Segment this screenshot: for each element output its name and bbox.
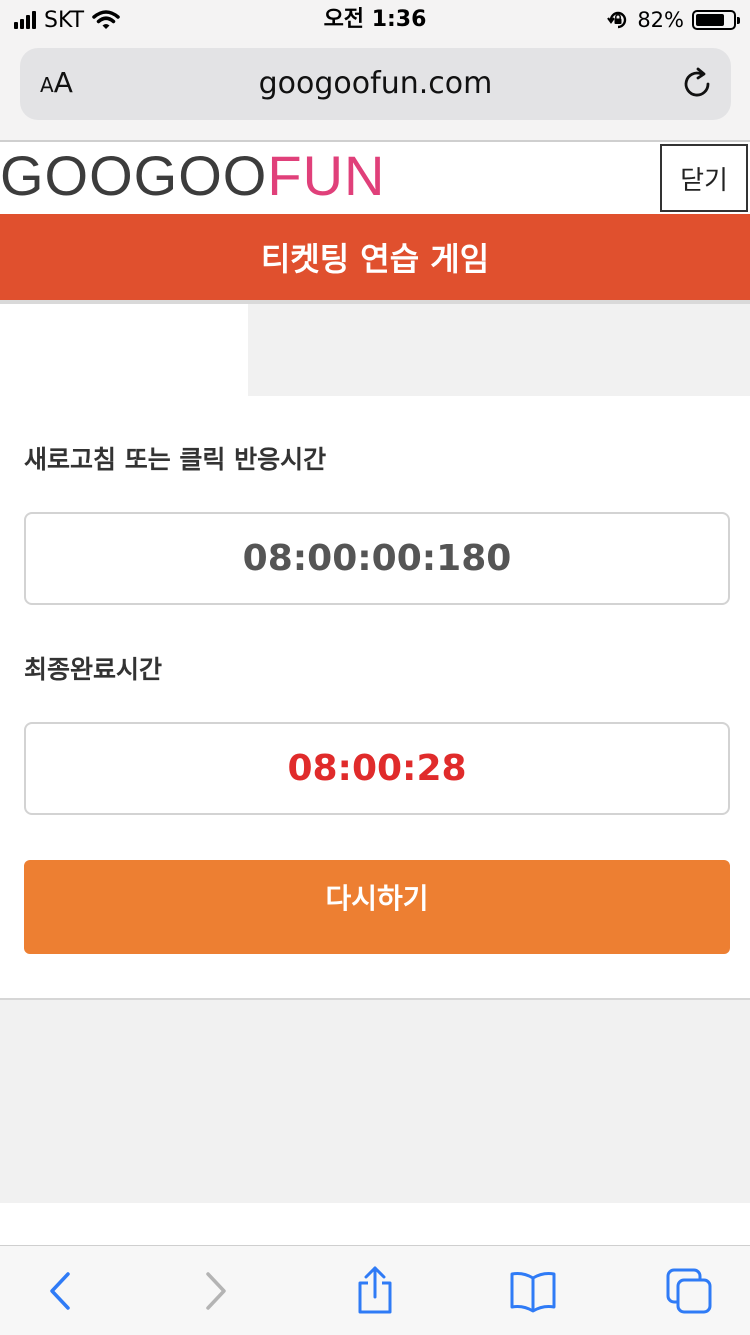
reaction-time-display: 08:00:00:180 — [24, 512, 730, 605]
gray-footer — [0, 1000, 750, 1203]
battery-percent: 82% — [637, 8, 684, 32]
orientation-lock-icon — [607, 11, 627, 29]
site-logo[interactable]: GOOGOOFUN — [0, 146, 385, 206]
close-button[interactable]: 닫기 — [660, 144, 748, 212]
site-header: GOOGOOFUN 닫기 — [0, 142, 750, 214]
battery-fill — [696, 14, 724, 26]
final-time-label: 최종완료시간 — [24, 655, 163, 684]
browser-top-bar: AA googoofun.com — [0, 40, 750, 142]
browser-toolbar — [0, 1245, 750, 1335]
gray-panel — [248, 304, 750, 396]
bookmarks-icon[interactable] — [507, 1266, 559, 1316]
reaction-time-label: 새로고침 또는 클릭 반응시간 — [24, 445, 327, 474]
page-title: 티켓팅 연습 게임 — [0, 214, 750, 300]
url-text[interactable]: googoofun.com — [20, 66, 731, 102]
share-icon[interactable] — [349, 1266, 401, 1316]
retry-button[interactable]: 다시하기 — [24, 860, 730, 954]
status-right: 82% — [607, 6, 740, 34]
tabs-icon[interactable] — [664, 1266, 716, 1316]
final-time-display: 08:00:28 — [24, 722, 730, 815]
back-icon[interactable] — [34, 1266, 86, 1316]
reload-icon[interactable] — [679, 66, 715, 102]
address-bar[interactable]: AA googoofun.com — [20, 48, 731, 120]
forward-icon[interactable] — [190, 1266, 242, 1316]
battery-icon — [692, 10, 740, 30]
status-bar: SKT 오전 1:36 82% — [0, 0, 750, 40]
